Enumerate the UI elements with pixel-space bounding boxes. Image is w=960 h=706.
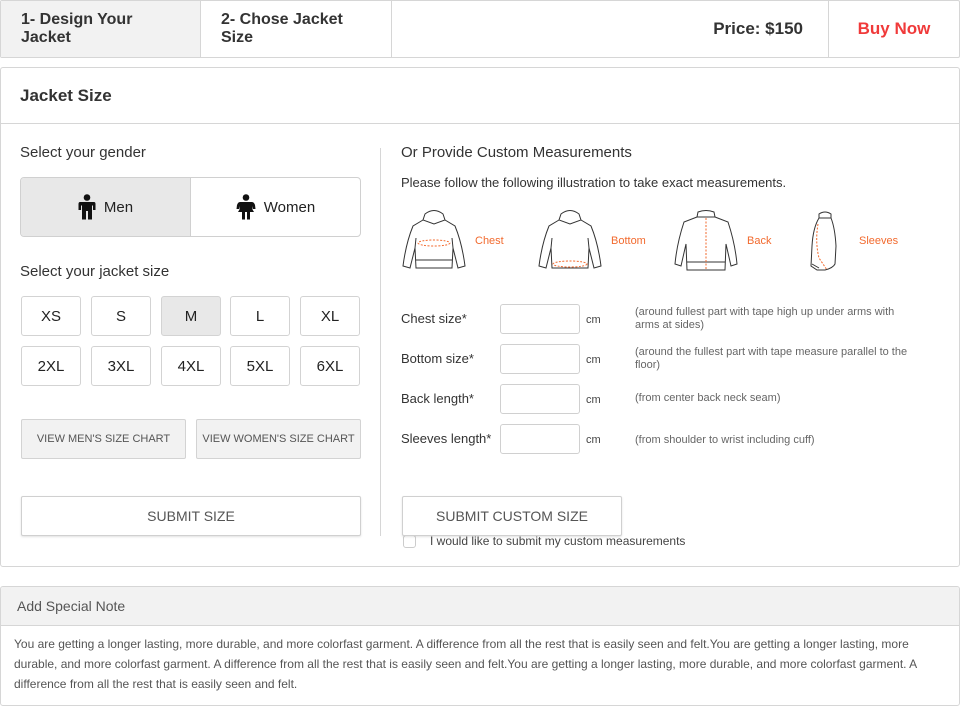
- chest-size-input[interactable]: [500, 304, 580, 334]
- step-design-jacket[interactable]: 1- Design Your Jacket: [1, 1, 201, 57]
- back-hint: (from center back neck seam): [635, 392, 781, 404]
- price-area: Price: $150: [392, 1, 829, 57]
- buy-now-button[interactable]: Buy Now: [829, 1, 959, 57]
- gender-men-label: Men: [103, 198, 134, 216]
- sleeves-unit: cm: [586, 434, 601, 446]
- back-unit: cm: [586, 394, 601, 406]
- special-note-title: Add Special Note: [1, 587, 959, 626]
- step-bar: 1- Design Your Jacket 2- Chose Jacket Si…: [0, 0, 960, 58]
- jacket-back-icon: [674, 210, 738, 271]
- bottom-unit: cm: [586, 354, 601, 366]
- chest-size-label: Chest size*: [401, 311, 467, 326]
- size-option-l[interactable]: L: [230, 296, 290, 336]
- illustration-chest-label: Chest: [475, 235, 504, 247]
- panel-title: Jacket Size: [1, 68, 959, 124]
- size-option-6xl[interactable]: 6XL: [300, 346, 360, 386]
- illustration-back: Back: [673, 208, 771, 274]
- hoodie-bottom-icon: [538, 210, 602, 269]
- back-length-label: Back length*: [401, 391, 474, 406]
- jacket-sleeve-icon: [810, 211, 837, 271]
- bottom-size-label: Bottom size*: [401, 351, 474, 366]
- submit-custom-size-button[interactable]: SUBMIT CUSTOM SIZE: [402, 496, 622, 536]
- step-label: 1- Design Your Jacket: [21, 11, 133, 46]
- custom-measurements-checkbox-row: I would like to submit my custom measure…: [403, 534, 685, 548]
- sleeves-length-input[interactable]: [500, 424, 580, 454]
- special-note-text[interactable]: You are getting a longer lasting, more d…: [1, 626, 959, 694]
- size-option-3xl[interactable]: 3XL: [91, 346, 151, 386]
- step-label: 2- Chose Jacket Size: [221, 11, 343, 46]
- size-label: Select your jacket size: [20, 263, 170, 280]
- price-label: Price: $150: [713, 19, 803, 38]
- size-option-m[interactable]: M: [161, 296, 221, 336]
- special-note-panel: Add Special Note You are getting a longe…: [0, 586, 960, 706]
- jacket-size-panel: Jacket Size Select your gender Men Women…: [0, 67, 960, 567]
- female-icon: [236, 194, 256, 220]
- size-option-2xl[interactable]: 2XL: [21, 346, 81, 386]
- gender-selector: Men Women: [20, 177, 361, 237]
- illustration-back-label: Back: [747, 235, 772, 247]
- bottom-hint: (around the fullest part with tape measu…: [635, 346, 908, 371]
- back-length-input[interactable]: [500, 384, 580, 414]
- custom-title: Or Provide Custom Measurements: [401, 144, 632, 161]
- chest-unit: cm: [586, 314, 601, 326]
- measurement-row-back: Back length* cm (from center back neck s…: [401, 384, 941, 414]
- section-divider: [380, 148, 381, 536]
- hoodie-chest-icon: [402, 210, 466, 269]
- size-option-xl[interactable]: XL: [300, 296, 360, 336]
- sleeves-hint: (from shoulder to wrist including cuff): [635, 434, 815, 446]
- size-option-4xl[interactable]: 4XL: [161, 346, 221, 386]
- measurement-row-chest: Chest size* cm (around fullest part with…: [401, 304, 941, 334]
- illustration-sleeves-label: Sleeves: [859, 235, 899, 247]
- size-option-5xl[interactable]: 5XL: [230, 346, 290, 386]
- male-icon: [78, 194, 96, 220]
- gender-men-button[interactable]: Men: [21, 178, 191, 236]
- gender-women-label: Women: [263, 198, 316, 216]
- measurement-row-sleeves: Sleeves length* cm (from shoulder to wri…: [401, 424, 941, 454]
- custom-instruction: Please follow the following illustration…: [401, 175, 787, 190]
- sleeves-length-label: Sleeves length*: [401, 431, 492, 446]
- view-mens-size-chart-button[interactable]: VIEW MEN'S SIZE CHART: [21, 419, 186, 459]
- step-choose-size[interactable]: 2- Chose Jacket Size: [201, 1, 392, 57]
- measurement-row-bottom: Bottom size* cm (around the fullest part…: [401, 344, 941, 374]
- custom-measurements-checkbox-label: I would like to submit my custom measure…: [430, 534, 686, 548]
- illustration-bottom-label: Bottom: [611, 235, 646, 247]
- view-womens-size-chart-button[interactable]: VIEW WOMEN'S SIZE CHART: [196, 419, 361, 459]
- size-option-s[interactable]: S: [91, 296, 151, 336]
- custom-measurements-checkbox[interactable]: [403, 534, 416, 548]
- size-option-xs[interactable]: XS: [21, 296, 81, 336]
- gender-label: Select your gender: [20, 144, 146, 161]
- chest-hint: (around fullest part with tape high up u…: [635, 306, 895, 331]
- illustration-bottom: Bottom: [537, 208, 646, 274]
- illustration-sleeves: Sleeves: [809, 208, 898, 274]
- illustration-chest: Chest: [401, 208, 504, 274]
- bottom-size-input[interactable]: [500, 344, 580, 374]
- submit-size-button[interactable]: SUBMIT SIZE: [21, 496, 361, 536]
- gender-women-button[interactable]: Women: [191, 178, 360, 236]
